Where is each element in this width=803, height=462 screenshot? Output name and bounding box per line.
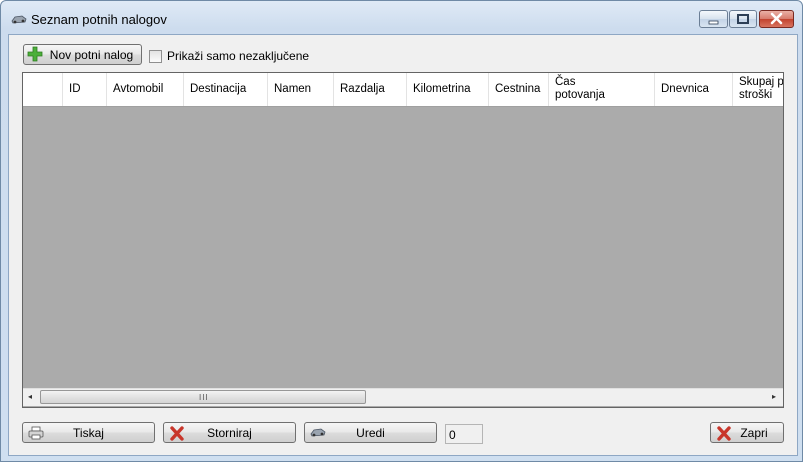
column-header-id[interactable]: ID	[63, 73, 107, 106]
column-header-distance[interactable]: Razdalja	[334, 73, 407, 106]
orders-grid[interactable]: ID Avtomobil Destinacija Namen Razdalja …	[22, 72, 784, 408]
filter-checkbox-label[interactable]: Prikaži samo nezaključene	[167, 49, 309, 63]
new-order-label: Nov potni nalog	[49, 48, 134, 62]
close-button[interactable]: Zapri	[710, 422, 784, 443]
column-header-total-costs[interactable]: Skupaj po stroški	[733, 73, 783, 106]
cancel-order-label: Storniraj	[207, 426, 252, 440]
row-header-column[interactable]	[23, 73, 63, 106]
scroll-left-arrow[interactable]: ◂	[28, 392, 32, 401]
edit-button[interactable]: Uredi	[304, 422, 437, 443]
cancel-order-button[interactable]: Storniraj	[163, 422, 296, 443]
window-content: Nov potni nalog Prikaži samo nezaključen…	[8, 34, 798, 456]
title-bar[interactable]: Seznam potnih nalogov	[1, 1, 802, 35]
horizontal-scrollbar[interactable]: ◂ III ▸	[23, 388, 783, 406]
column-header-travel-time[interactable]: Čas potovanja	[549, 73, 655, 106]
car-icon	[11, 13, 27, 27]
close-icon	[770, 12, 783, 25]
column-header-purpose[interactable]: Namen	[268, 73, 334, 106]
scroll-right-arrow[interactable]: ▸	[772, 392, 776, 401]
column-header-mileage[interactable]: Kilometrina	[407, 73, 489, 106]
add-icon	[27, 46, 43, 65]
minimize-button[interactable]	[699, 10, 728, 28]
minimize-icon	[708, 20, 719, 25]
maximize-button[interactable]	[729, 10, 757, 28]
column-header-toll[interactable]: Cestnina	[489, 73, 549, 106]
column-header-car[interactable]: Avtomobil	[107, 73, 184, 106]
column-header-destination[interactable]: Destinacija	[184, 73, 268, 106]
maximize-icon	[737, 14, 749, 24]
record-count: 0	[445, 424, 483, 444]
print-label: Tiskaj	[73, 426, 104, 440]
new-order-button[interactable]: Nov potni nalog	[23, 44, 142, 65]
grid-header: ID Avtomobil Destinacija Namen Razdalja …	[23, 73, 783, 107]
print-button[interactable]: Tiskaj	[22, 422, 155, 443]
edit-label: Uredi	[356, 426, 385, 440]
scroll-grip-icon: III	[199, 393, 209, 402]
record-count-value: 0	[449, 428, 456, 442]
scroll-thumb[interactable]: III	[40, 390, 366, 404]
close-window-button[interactable]	[759, 10, 794, 28]
app-window: Seznam potnih nalogov Nov potni nalog Pr…	[0, 0, 803, 462]
column-header-per-diem[interactable]: Dnevnica	[655, 73, 733, 106]
window-title: Seznam potnih nalogov	[31, 12, 167, 27]
close-label: Zapri	[740, 426, 768, 440]
filter-checkbox[interactable]	[149, 50, 162, 63]
